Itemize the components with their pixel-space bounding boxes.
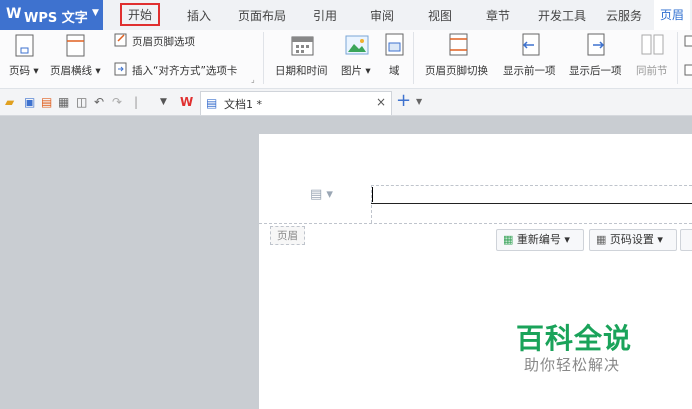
align-tab-icon (114, 62, 127, 76)
tab-cloud[interactable]: 云服务 (606, 7, 642, 24)
customize-toolbar-icon[interactable]: ▼ (160, 97, 167, 107)
divider (413, 32, 414, 84)
paste-options-icon[interactable]: ▤ ▾ (310, 187, 333, 202)
page-number-settings-button[interactable]: ▦ 页码设置 ▾ (589, 229, 677, 251)
options-icon (114, 33, 127, 47)
link-sections-icon (641, 34, 664, 55)
divider (263, 32, 264, 84)
tab-header[interactable]: 页眉 (654, 0, 691, 30)
menu-bar: W WPS 文字 ▼ 开始 插入 页面布局 引用 审阅 视图 章节 开发工具 云… (0, 0, 692, 31)
settings-icon: ▦ (596, 233, 607, 246)
wps-logo-icon: W (6, 6, 22, 22)
open-folder-icon[interactable]: ▰ (5, 95, 14, 109)
watermark-title: 百科全说 (516, 322, 633, 355)
tab-start[interactable]: 开始 (120, 3, 161, 26)
app-title: WPS 文字 (24, 11, 88, 26)
export-pdf-icon[interactable]: ▤ (41, 95, 52, 109)
field-icon (385, 33, 404, 56)
divider: | (134, 95, 139, 109)
arrow-right-icon (587, 33, 605, 56)
save-icon[interactable]: ▣ (24, 95, 35, 109)
overflow-icon[interactable] (684, 64, 692, 76)
wps-w-icon[interactable]: W (180, 95, 193, 109)
undo-icon[interactable]: ↶ (94, 95, 104, 109)
tab-developer[interactable]: 开发工具 (538, 7, 586, 24)
renumber-button[interactable]: ▦ 重新编号 ▾ (496, 229, 584, 251)
watermark-subtitle: 助你轻松解决 (524, 356, 621, 374)
header-top-boundary (371, 185, 692, 186)
page-number-icon (15, 34, 34, 57)
tab-references[interactable]: 引用 (313, 7, 337, 24)
tab-view[interactable]: 视图 (428, 7, 452, 24)
tab-page-layout[interactable]: 页面布局 (238, 7, 286, 24)
chevron-down-icon[interactable]: ▼ (416, 97, 422, 106)
document-icon: ▤ (206, 96, 218, 110)
text-cursor (372, 187, 373, 202)
more-button[interactable] (680, 229, 692, 251)
chevron-down-icon: ▼ (92, 8, 99, 18)
tab-bar: ▰ ▣ ▤ ▦ ◫ ↶ ↷ | ▼ W ▤ 文档1 * × + ▼ (0, 89, 692, 116)
document-tab[interactable]: ▤ 文档1 * × (200, 91, 392, 115)
document-title: 文档1 * (224, 98, 262, 111)
header-rule-line (371, 203, 692, 204)
switch-icon (449, 33, 468, 56)
print-icon[interactable]: ▦ (58, 95, 69, 109)
new-tab-icon[interactable]: + (396, 90, 411, 111)
document-page[interactable] (259, 134, 692, 409)
divider (677, 32, 678, 84)
renumber-icon: ▦ (503, 233, 514, 246)
print-preview-icon[interactable]: ◫ (76, 95, 87, 109)
app-menu-button[interactable]: W WPS 文字 ▼ (0, 0, 103, 30)
close-icon[interactable]: × (376, 95, 386, 109)
dialog-launcher-icon[interactable]: ⌟ (251, 75, 255, 84)
tab-insert[interactable]: 插入 (187, 7, 211, 24)
header-line-icon (66, 34, 85, 57)
ribbon: 页码 ▾ 页眉横线 ▾ 页眉页脚选项 插入“对齐方式”选项卡 ⌟ 日期和时间 图… (0, 30, 692, 89)
redo-icon[interactable]: ↷ (112, 95, 122, 109)
calendar-icon (291, 36, 314, 56)
arrow-left-icon (522, 33, 540, 56)
tab-review[interactable]: 审阅 (370, 7, 394, 24)
picture-icon (345, 35, 369, 55)
header-label: 页眉 (270, 226, 305, 245)
header-bottom-boundary (259, 223, 692, 224)
tab-chapter[interactable]: 章节 (486, 7, 510, 24)
overflow-icon[interactable] (684, 35, 692, 47)
